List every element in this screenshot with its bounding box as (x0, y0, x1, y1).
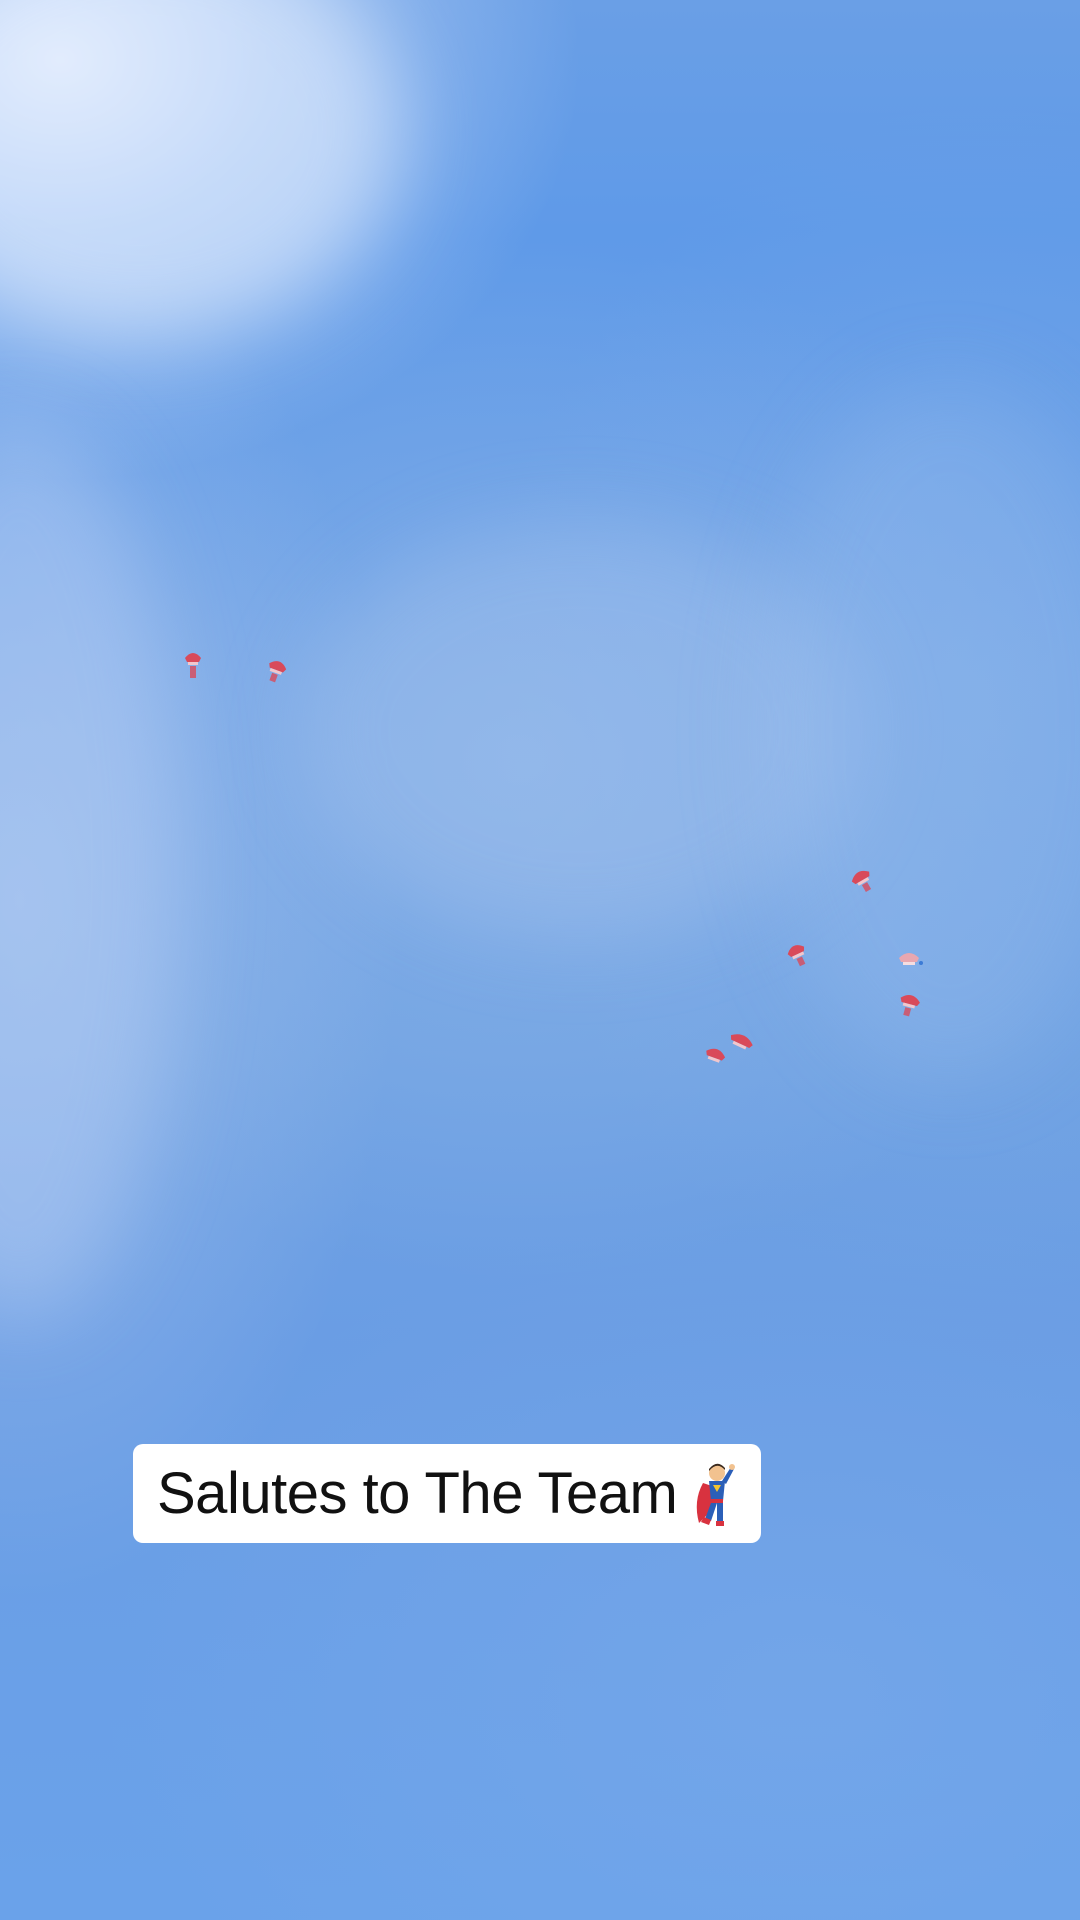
parachutist (269, 661, 287, 683)
parachutist (787, 945, 806, 967)
cloud-streak (0, 420, 180, 1320)
parachutist (185, 653, 201, 678)
caption-text: Salutes to The Team (157, 1460, 678, 1526)
cloud-streak (300, 520, 860, 940)
caption-sticker: Salutes to The Team (133, 1444, 762, 1543)
parachutist (851, 870, 872, 893)
sky-photo: Salutes to The Team (0, 0, 1080, 1920)
parachutist (706, 1048, 726, 1063)
parachutist (899, 953, 923, 965)
parachutist (900, 994, 920, 1017)
superhero-icon (697, 1463, 736, 1526)
cloud-streak (0, 0, 400, 340)
cloud-streak (760, 380, 1080, 1080)
parachutist (730, 1034, 753, 1050)
